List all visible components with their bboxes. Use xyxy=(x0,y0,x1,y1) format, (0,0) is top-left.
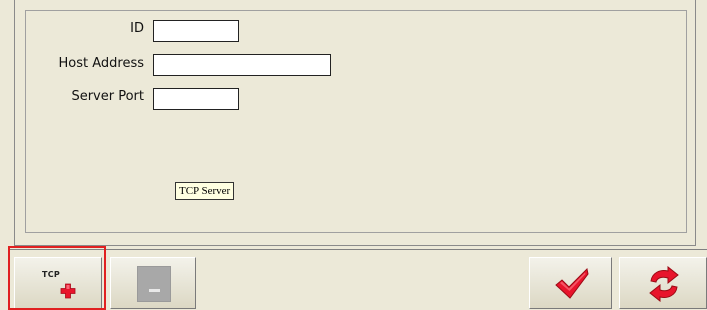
tcp-server-tooltip: TCP Server xyxy=(175,182,235,200)
form-group-box xyxy=(25,10,687,233)
plus-icon xyxy=(60,283,76,299)
add-tcp-button[interactable]: TCP xyxy=(14,257,102,309)
server-port-input[interactable] xyxy=(153,88,239,110)
minus-icon xyxy=(137,266,171,302)
id-input[interactable] xyxy=(153,20,239,42)
check-icon xyxy=(555,267,589,299)
remove-button[interactable] xyxy=(110,257,196,309)
refresh-icon xyxy=(649,266,679,302)
host-address-input[interactable] xyxy=(153,54,331,76)
tcp-label: TCP xyxy=(42,270,61,279)
confirm-button[interactable] xyxy=(529,257,612,309)
refresh-button[interactable] xyxy=(619,257,707,309)
id-label: ID xyxy=(130,21,144,36)
server-port-label: Server Port xyxy=(71,89,144,104)
host-address-label: Host Address xyxy=(58,56,144,71)
toolbar-divider xyxy=(10,249,707,250)
